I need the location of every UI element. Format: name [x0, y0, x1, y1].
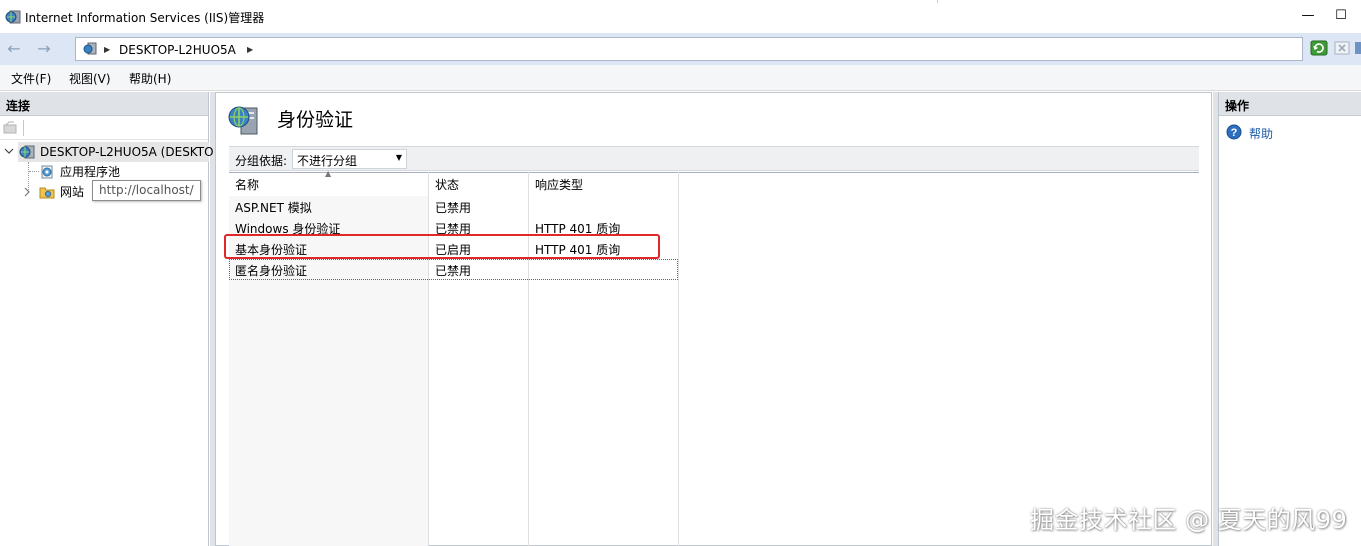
table-row[interactable]: ASP.NET 模拟 已禁用: [229, 196, 678, 217]
tree-item-server[interactable]: DESKTOP-L2HUO5A (DESKTO: [18, 142, 214, 162]
tree-expander-sites[interactable]: [22, 182, 32, 202]
window-title: Internet Information Services (IIS)管理器: [25, 11, 265, 25]
group-by-label: 分组依据:: [235, 154, 288, 168]
group-by-bar: 分组依据: 不进行分组 ▼: [229, 146, 1199, 171]
column-divider: [678, 172, 679, 546]
row-status: 已禁用: [435, 201, 472, 215]
tree-item-label: 应用程序池: [60, 165, 121, 179]
row-name: 匿名身份验证: [235, 264, 308, 278]
group-by-select[interactable]: 不进行分组 ▼: [292, 149, 407, 169]
chevron-down-icon: ▼: [395, 153, 402, 162]
highlight-annotation: [224, 234, 660, 259]
actions-panel: 操作: [1218, 92, 1361, 546]
menu-file[interactable]: 文件(F): [11, 70, 51, 87]
address-toolbar: ← → ▶ DESKTOP-L2HUO5A ▶: [0, 33, 1361, 65]
grid-header-line: [229, 172, 1199, 173]
app-pool-icon: [39, 164, 55, 186]
authentication-grid: ▲ 名称 状态 响应类型 ASP.NET 模拟 已禁用 Windows 身份验证…: [229, 169, 1199, 546]
new-connection-icon[interactable]: [3, 121, 17, 138]
minimize-button[interactable]: —: [1294, 5, 1322, 27]
maximize-button[interactable]: ☐: [1327, 5, 1355, 27]
menu-bar: 文件(F) 视图(V) 帮助(H): [0, 65, 1361, 91]
connections-header: 连接: [0, 92, 208, 116]
sort-ascending-icon: ▲: [325, 169, 332, 178]
stop-icon[interactable]: [1333, 39, 1351, 57]
feature-title: 身份验证: [277, 109, 354, 131]
tree-item-label: DESKTOP-L2HUO5A (DESKTO: [40, 145, 214, 159]
tree-guide-line: [29, 171, 39, 172]
menu-view[interactable]: 视图(V): [69, 70, 111, 87]
sites-folder-icon: [39, 185, 55, 205]
breadcrumb-arrow-icon[interactable]: ▶: [104, 42, 110, 58]
connections-toolbar: [0, 116, 208, 140]
toolbar-divider: [23, 120, 24, 136]
iis-app-icon: [5, 9, 21, 28]
authentication-feature-icon: [227, 102, 263, 139]
breadcrumb-server[interactable]: DESKTOP-L2HUO5A: [119, 42, 236, 58]
tree-item-label: 网站: [60, 185, 85, 199]
title-divider: [937, 0, 938, 3]
actions-header: 操作: [1219, 92, 1361, 116]
table-row[interactable]: 匿名身份验证 已禁用: [229, 259, 678, 280]
breadcrumb-arrow-icon[interactable]: ▶: [247, 42, 253, 58]
server-icon: [83, 42, 97, 59]
menu-help[interactable]: 帮助(H): [129, 70, 171, 87]
refresh-icon[interactable]: [1310, 39, 1328, 57]
row-status: 已禁用: [435, 264, 472, 278]
title-bar: Internet Information Services (IIS)管理器 —…: [0, 0, 1361, 33]
column-header-name[interactable]: 名称: [235, 176, 259, 193]
back-button[interactable]: ←: [2, 38, 26, 60]
watermark: 掘金技术社区 @ 夏天的风99: [1030, 506, 1348, 534]
help-icon: ?: [1226, 124, 1242, 143]
column-header-response-type[interactable]: 响应类型: [535, 176, 583, 193]
server-icon: [19, 144, 35, 166]
group-by-value: 不进行分组: [297, 154, 358, 168]
action-help-label: 帮助: [1249, 127, 1274, 141]
forward-button[interactable]: →: [32, 38, 56, 60]
tree-expander-server[interactable]: [4, 142, 14, 162]
address-bar[interactable]: ▶ DESKTOP-L2HUO5A ▶: [75, 37, 1303, 61]
column-header-status[interactable]: 状态: [435, 176, 459, 193]
url-tooltip: http://localhost/: [92, 180, 201, 201]
svg-text:?: ?: [1231, 127, 1238, 139]
home-icon[interactable]: [1355, 39, 1361, 57]
row-name: ASP.NET 模拟: [235, 201, 312, 215]
